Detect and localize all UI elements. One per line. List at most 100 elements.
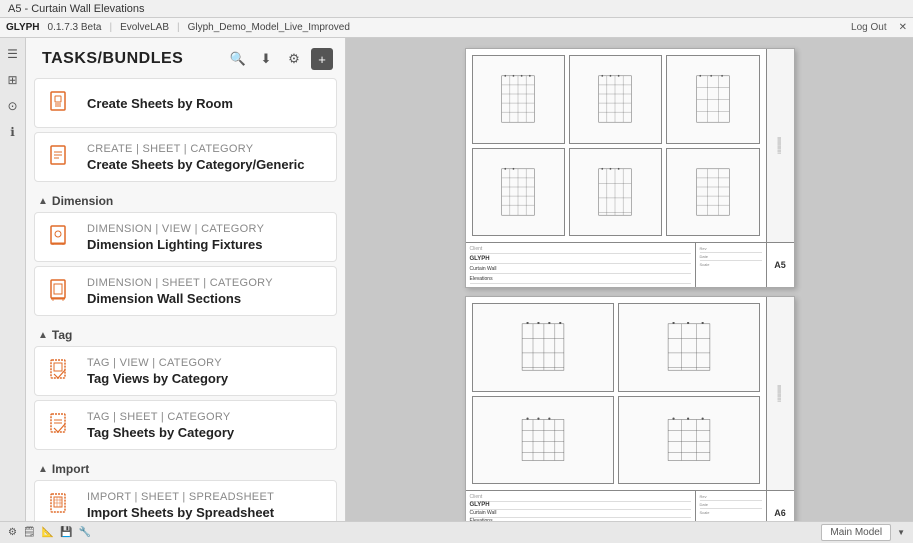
sheet-number-text-1: A5 (774, 260, 786, 270)
sheet-inner-1: |||||||||||||||| (466, 49, 794, 242)
task-label-dimension-wall: DIMENSION | SHEET | CATEGORY (87, 277, 326, 289)
sheet-drawings-1 (466, 49, 766, 242)
info-icon[interactable]: ℹ (3, 122, 23, 142)
task-icon-dimension-wall (45, 275, 77, 307)
drawing-2-1 (472, 303, 614, 392)
chevron-tag: ▲ (38, 330, 48, 341)
preview-area: |||||||||||||||| Client GLYPH Curtain Wa… (346, 38, 913, 521)
main-model-dropdown[interactable]: ▼ (897, 528, 905, 537)
status-icon-ruler[interactable]: 📐 (42, 527, 54, 538)
chevron-dimension: ▲ (38, 196, 48, 207)
icon-sidebar: ☰ ⊞ ⊙ ℹ (0, 38, 26, 521)
status-icon-tools: 🔧 (79, 527, 91, 538)
task-label-import-sheets: IMPORT | SHEET | SPREADSHEET (87, 491, 326, 503)
task-text-create-sheets-category: CREATE | SHEET | CATEGORY Create Sheets … (87, 143, 326, 172)
task-label-tag-sheets: TAG | SHEET | CATEGORY (87, 411, 326, 423)
version-text: 0.1.7.3 Beta (48, 22, 102, 33)
title-line-type-1: Elevations (470, 276, 691, 284)
tasks-header-actions: 🔍 ⬇ ⚙ + (227, 48, 333, 70)
task-icon-tag-sheets (45, 409, 77, 441)
file-path: Glyph_Demo_Model_Live_Improved (188, 22, 350, 33)
download-icon[interactable]: ⬇ (255, 48, 277, 70)
status-icon-settings[interactable]: ⚙ (8, 527, 17, 538)
title-bar: A5 - Curtain Wall Elevations (0, 0, 913, 18)
task-icon-import-sheets (45, 489, 77, 521)
logout-button[interactable]: Log Out (851, 22, 887, 33)
status-icon-doc[interactable]: 🗒 (23, 527, 36, 538)
menu-icon[interactable]: ☰ (3, 44, 23, 64)
task-name-create-sheets-room: Create Sheets by Room (87, 96, 326, 111)
title-line-client-2: Client (470, 494, 691, 502)
close-button[interactable]: ✕ (899, 22, 907, 33)
task-item-create-sheets-room[interactable]: Create Sheets by Room (34, 78, 337, 128)
task-text-dimension-wall: DIMENSION | SHEET | CATEGORY Dimension W… (87, 277, 326, 306)
section-header-tag[interactable]: ▲ Tag (34, 320, 337, 346)
task-icon-sheet-category (45, 141, 77, 173)
separator-1: | (109, 22, 112, 33)
task-icon-dimension-lighting (45, 221, 77, 253)
title-line-project-2: Curtain Wall (470, 510, 691, 518)
section-label-tag: Tag (52, 328, 72, 342)
separator-2: | (177, 22, 180, 33)
drawing-1-3 (666, 55, 759, 144)
toolbar-bar: GLYPH 0.1.7.3 Beta | EvolveLAB | Glyph_D… (0, 18, 913, 38)
main-model-button[interactable]: Main Model (821, 524, 891, 541)
task-name-create-sheets-category: Create Sheets by Category/Generic (87, 157, 326, 172)
brand-name: EvolveLAB (120, 22, 169, 33)
task-name-tag-views: Tag Views by Category (87, 371, 326, 386)
task-label-create-sheets-category: CREATE | SHEET | CATEGORY (87, 143, 326, 155)
title-block-info-1: Rev Date Scale (696, 243, 766, 287)
sheet-number-text-2: A6 (774, 508, 786, 518)
chevron-import: ▲ (38, 464, 48, 475)
tasks-title: TASKS/BUNDLES (42, 50, 183, 68)
drawing-1-6 (666, 148, 759, 237)
tasks-header: TASKS/BUNDLES 🔍 ⬇ ⚙ + (26, 38, 345, 78)
sheet-preview-2: |||||||||||||||| Client GLYPH Curtain Wa… (465, 296, 795, 521)
title-block-info-2: Rev Date Scale (696, 491, 766, 521)
task-item-create-sheets-category[interactable]: CREATE | SHEET | CATEGORY Create Sheets … (34, 132, 337, 182)
drawing-2-2 (618, 303, 760, 392)
app-title: A5 - Curtain Wall Elevations (8, 3, 145, 15)
task-icon-sheet-room (45, 87, 77, 119)
task-name-tag-sheets: Tag Sheets by Category (87, 425, 326, 440)
tasks-panel: TASKS/BUNDLES 🔍 ⬇ ⚙ + (26, 38, 346, 521)
sheet-sidebar-right-1: |||||||||||||||| (766, 49, 794, 242)
task-text-tag-sheets: TAG | SHEET | CATEGORY Tag Sheets by Cat… (87, 411, 326, 440)
search-icon[interactable]: 🔍 (227, 48, 249, 70)
task-label-tag-views: TAG | VIEW | CATEGORY (87, 357, 326, 369)
task-label-dimension-lighting: DIMENSION | VIEW | CATEGORY (87, 223, 326, 235)
nav-icon[interactable]: ⊙ (3, 96, 23, 116)
layers-icon[interactable]: ⊞ (3, 70, 23, 90)
drawing-2-3 (472, 396, 614, 485)
task-item-dimension-lighting[interactable]: DIMENSION | VIEW | CATEGORY Dimension Li… (34, 212, 337, 262)
title-block-main-1: Client GLYPH Curtain Wall Elevations (466, 243, 696, 287)
sheet-number-1: A5 (766, 243, 794, 287)
status-left: ⚙ 🗒 📐 💾 🔧 (8, 527, 91, 538)
task-name-dimension-wall: Dimension Wall Sections (87, 291, 326, 306)
section-header-import[interactable]: ▲ Import (34, 454, 337, 480)
sheet-inner-2: |||||||||||||||| (466, 297, 794, 490)
drawing-1-5 (569, 148, 662, 237)
title-line-client-1: Client (470, 246, 691, 254)
task-item-tag-views[interactable]: TAG | VIEW | CATEGORY Tag Views by Categ… (34, 346, 337, 396)
add-task-button[interactable]: + (311, 48, 333, 70)
sheet-number-2: A6 (766, 491, 794, 521)
task-item-dimension-wall[interactable]: DIMENSION | SHEET | CATEGORY Dimension W… (34, 266, 337, 316)
sheet-title-block-1: Client GLYPH Curtain Wall Elevations Rev… (466, 242, 794, 287)
task-item-import-sheets[interactable]: IMPORT | SHEET | SPREADSHEET Import Shee… (34, 480, 337, 521)
sheet-drawings-2 (466, 297, 766, 490)
task-text-import-sheets: IMPORT | SHEET | SPREADSHEET Import Shee… (87, 491, 326, 520)
section-header-dimension[interactable]: ▲ Dimension (34, 186, 337, 212)
status-bar: ⚙ 🗒 📐 💾 🔧 Main Model ▼ (0, 521, 913, 543)
section-label-dimension: Dimension (52, 194, 113, 208)
drawing-1-4 (472, 148, 565, 237)
title-line-brand-2: GLYPH (470, 502, 691, 510)
task-name-dimension-lighting: Dimension Lighting Fixtures (87, 237, 326, 252)
drawing-1-1 (472, 55, 565, 144)
drawing-2-4 (618, 396, 760, 485)
section-label-import: Import (52, 462, 89, 476)
sheet-preview-1: |||||||||||||||| Client GLYPH Curtain Wa… (465, 48, 795, 288)
task-item-tag-sheets[interactable]: TAG | SHEET | CATEGORY Tag Sheets by Cat… (34, 400, 337, 450)
title-line-brand-1: GLYPH (470, 256, 691, 264)
settings-icon[interactable]: ⚙ (283, 48, 305, 70)
